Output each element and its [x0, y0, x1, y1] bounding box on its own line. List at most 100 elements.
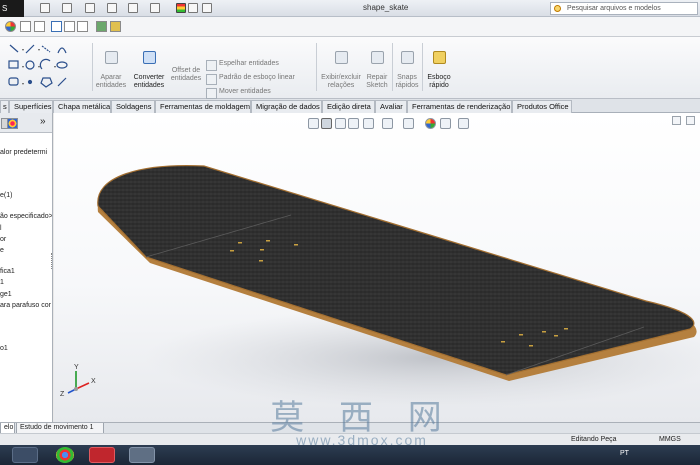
- tree-item[interactable]: or: [0, 236, 6, 243]
- graphics-area[interactable]: Y X Z: [54, 113, 700, 422]
- options-icon[interactable]: [202, 3, 212, 13]
- hide-show-items-icon[interactable]: [403, 118, 414, 129]
- quick-snaps-button[interactable]: Snaps rápidos: [394, 43, 420, 90]
- snaps-label: Snaps rápidos: [395, 74, 419, 89]
- mirror-label: Espelhar entidades: [219, 60, 279, 67]
- convert-entities-button[interactable]: Converter entidades: [130, 43, 168, 90]
- previous-view-icon[interactable]: [335, 118, 346, 129]
- tab-weldments[interactable]: Soldagens: [111, 100, 155, 113]
- save-icon[interactable]: [85, 3, 95, 13]
- media-player-icon[interactable]: [12, 447, 38, 463]
- display-style-icon[interactable]: [382, 118, 393, 129]
- mirror-entities-button[interactable]: Espelhar entidades: [206, 60, 279, 71]
- tab-label: Superfícies: [14, 102, 52, 111]
- new-document-icon[interactable]: [40, 3, 50, 13]
- zoom-to-area-icon[interactable]: [321, 118, 332, 129]
- skateboard-model[interactable]: Y X Z: [54, 113, 700, 422]
- layer-icon[interactable]: [96, 21, 107, 32]
- language-indicator[interactable]: PT: [620, 450, 629, 457]
- undo-icon[interactable]: [128, 3, 138, 13]
- point-tool-icon: [27, 79, 33, 85]
- linear-pattern-button[interactable]: Padrão de esboço linear: [206, 74, 295, 85]
- repair-sketch-button[interactable]: Repair Sketch: [364, 43, 390, 90]
- file-properties-icon[interactable]: [188, 3, 198, 13]
- search-input[interactable]: Pesquisar arquivos e modelos: [550, 2, 698, 15]
- trim-label: Aparar entidades: [95, 74, 127, 89]
- move-entities-button[interactable]: Mover entidades: [206, 88, 271, 99]
- spline-icon: [57, 47, 67, 54]
- tree-item[interactable]: e(1): [0, 192, 12, 199]
- circle-tool-icon: [25, 60, 35, 70]
- chrome-icon[interactable]: [56, 447, 74, 463]
- appearance-tab-icon[interactable]: [7, 118, 18, 129]
- tab-label: Chapa metálica: [58, 102, 111, 111]
- panel-header: »: [0, 113, 52, 133]
- view-settings-icon[interactable]: [458, 118, 469, 129]
- tree-item[interactable]: alor predetermi: [0, 149, 47, 156]
- tree-item[interactable]: e: [0, 247, 4, 254]
- zoom-to-fit-icon[interactable]: [308, 118, 319, 129]
- offset-entities-button[interactable]: Offset de entidades: [168, 51, 204, 83]
- convert-label: Converter entidades: [133, 74, 165, 89]
- panel-splitter[interactable]: [51, 253, 52, 269]
- tab-mold-tools[interactable]: Ferramentas de moldagem: [155, 100, 251, 113]
- convert-icon: [142, 51, 156, 64]
- restore-window-icon[interactable]: [672, 116, 681, 125]
- search-placeholder: Pesquisar arquivos e modelos: [567, 5, 661, 12]
- trim-entities-button[interactable]: Aparar entidades: [92, 43, 130, 90]
- section-view-icon[interactable]: [348, 118, 359, 129]
- smart-dimension-icon[interactable]: [51, 21, 62, 32]
- tab-sheet-metal[interactable]: Chapa metálica: [53, 100, 111, 113]
- view-orientation-icon[interactable]: [363, 118, 374, 129]
- logo-text: S: [2, 4, 8, 13]
- collapse-panel-button[interactable]: »: [40, 116, 46, 127]
- view-icon[interactable]: [110, 21, 121, 32]
- tab-label: Ferramentas de renderização: [412, 102, 511, 111]
- tab-evaluate[interactable]: Avaliar: [375, 100, 407, 113]
- apply-scene-icon[interactable]: [440, 118, 451, 129]
- display-delete-relations-button[interactable]: Exibir/excluir relações: [318, 43, 364, 90]
- select-pointer-icon[interactable]: [150, 3, 160, 13]
- grid-icon[interactable]: [77, 21, 88, 32]
- tab-label: Migração de dados: [256, 102, 320, 111]
- solidworks-logo[interactable]: S: [0, 0, 24, 17]
- tree-item[interactable]: ge1: [0, 291, 12, 298]
- tree-item[interactable]: o1: [0, 345, 8, 352]
- tab-label: Ferramentas de moldagem: [160, 102, 251, 111]
- rapid-sketch-button[interactable]: Esboço rápido: [424, 43, 454, 90]
- tree-item[interactable]: ão especificado>: [0, 213, 52, 220]
- maximize-window-icon[interactable]: [686, 116, 695, 125]
- separator: [392, 43, 393, 91]
- rectangle-tool-icon: [8, 60, 19, 69]
- solidworks-taskbar-icon[interactable]: [89, 447, 115, 463]
- relations-icon[interactable]: [64, 21, 75, 32]
- polygon-tool-icon: [40, 77, 53, 88]
- tree-item[interactable]: fica1: [0, 268, 15, 275]
- status-units[interactable]: MMGS: [659, 434, 681, 445]
- tab-direct-edit[interactable]: Edição direta: [322, 100, 375, 113]
- rebuild-traffic-light-icon[interactable]: [176, 3, 186, 13]
- tab-sketch[interactable]: s: [0, 100, 9, 113]
- tab-data-migration[interactable]: Migração de dados: [251, 100, 322, 113]
- text-tool-icon: [57, 77, 67, 87]
- print-icon[interactable]: [107, 3, 117, 13]
- sketch-mode-icon[interactable]: [34, 21, 45, 32]
- windows-orb-icon[interactable]: [5, 21, 16, 32]
- tab-label: elo: [4, 424, 14, 431]
- open-folder-icon[interactable]: [62, 3, 72, 13]
- tree-item[interactable]: l: [0, 225, 2, 232]
- tree-item[interactable]: 1: [0, 279, 4, 286]
- tree-item[interactable]: ara parafuso cor: [0, 302, 51, 309]
- line-tool-icon: [9, 44, 19, 53]
- app-icon[interactable]: [129, 447, 155, 463]
- tab-label: Avaliar: [380, 102, 403, 111]
- search-icon: [554, 5, 561, 12]
- tab-surfaces[interactable]: Superfícies: [9, 100, 53, 113]
- tab-render-tools[interactable]: Ferramentas de renderização: [407, 100, 512, 113]
- tab-label: Edição direta: [327, 102, 371, 111]
- features-icon[interactable]: [20, 21, 31, 32]
- snaps-icon: [400, 51, 414, 64]
- triad-x-label: X: [91, 378, 96, 385]
- tab-office-products[interactable]: Produtos Office: [512, 100, 572, 113]
- edit-appearance-icon[interactable]: [425, 118, 436, 129]
